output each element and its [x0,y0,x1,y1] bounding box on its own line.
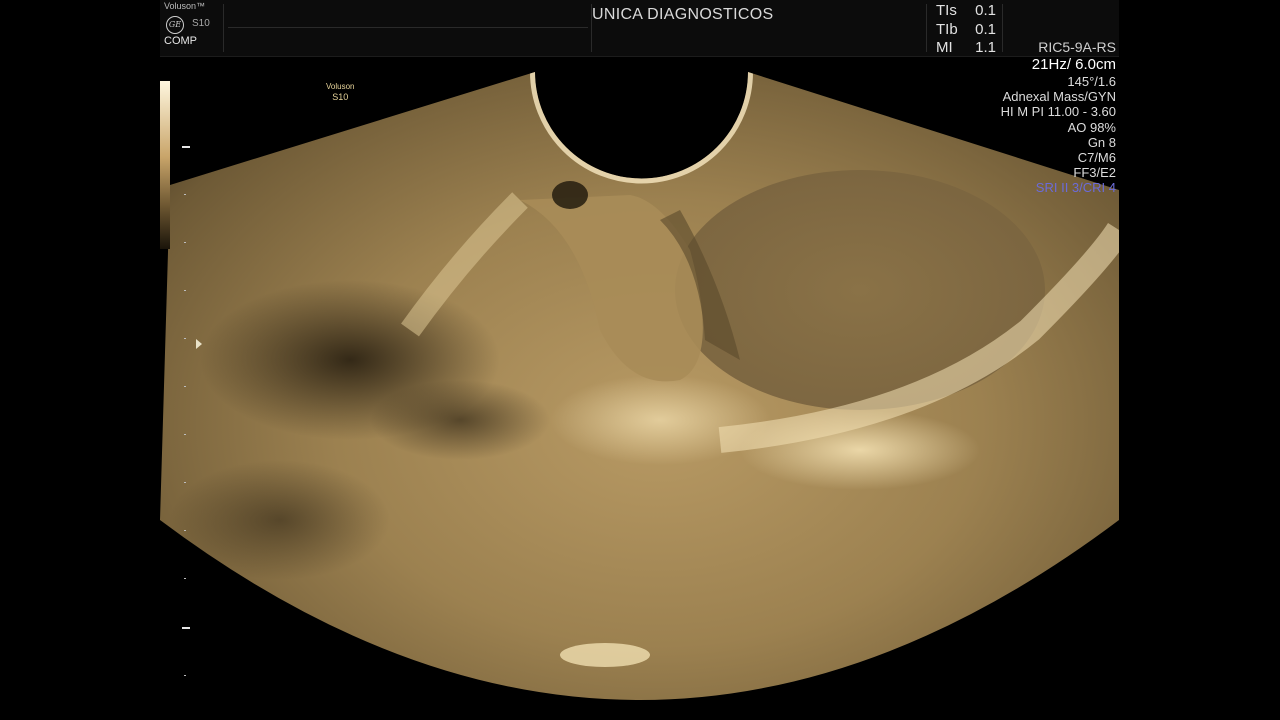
harmonic-mode: HI M PI 11.00 - 3.60 [1000,104,1116,120]
frequency-depth: 21Hz/ 6.0cm [1031,56,1116,73]
depth-tick [182,627,190,629]
scan-parameters: RIC5-9A-RS 21Hz/ 6.0cm 145°/1.6 Adnexal … [1001,39,1116,196]
index-value: 0.1 [975,20,996,38]
focus-marker-icon[interactable] [196,339,202,349]
filter-value: FF3/E2 [1073,165,1116,181]
depth-tick [184,386,186,387]
header-divider [228,27,588,28]
depth-tick [184,338,186,339]
depth-tick [184,290,186,291]
depth-tick [184,434,186,435]
depth-tick [184,530,186,531]
depth-tick [184,482,186,483]
depth-tick [184,242,186,243]
watermark-model: S10 [332,92,349,102]
index-label: MI [936,39,953,56]
probe-label: RIC5-9A-RS [1038,39,1116,55]
index-tis: TIs 0.1 [936,2,996,21]
acoustic-output: AO 98% [1067,119,1116,135]
index-label: TIb [936,20,958,38]
header-divider [223,4,224,52]
depth-tick [184,194,186,195]
gain-value: Gn 8 [1087,134,1116,150]
model-label: S10 [192,18,210,29]
sri-value: SRI II 3/CRI 4 [1035,180,1116,196]
mode-label: COMP [164,35,197,47]
watermark-brand: Voluson [326,82,355,91]
index-value: 0.1 [975,2,996,19]
angle-value: 145°/1.6 [1067,74,1116,89]
index-value: 1.1 [975,39,996,56]
index-mi: MI 1.1 [936,39,996,58]
index-tib: TIb 0.1 [936,21,996,40]
preset-label: Adnexal Mass/GYN [1002,89,1116,105]
map-value: C7/M6 [1077,150,1116,166]
brand-block: Voluson™ GE S10 COMP [164,1,224,51]
header-divider [926,4,927,52]
index-label: TIs [936,2,957,19]
ultrasound-screen: Voluson™ GE S10 COMP UNICA DIAGNOSTICOS … [160,0,1119,720]
ultrasound-image [160,56,1119,700]
depth-tick [184,675,186,676]
depth-scale [182,0,192,720]
top-header: Voluson™ GE S10 COMP UNICA DIAGNOSTICOS … [160,0,1119,57]
safety-indices: TIs 0.1 TIb 0.1 MI 1.1 [936,2,996,58]
institution-name: UNICA DIAGNOSTICOS [592,6,774,23]
image-watermark: Voluson S10 [326,82,354,102]
depth-tick [184,578,186,579]
grayscale-bar [160,81,170,249]
depth-tick [182,146,190,148]
